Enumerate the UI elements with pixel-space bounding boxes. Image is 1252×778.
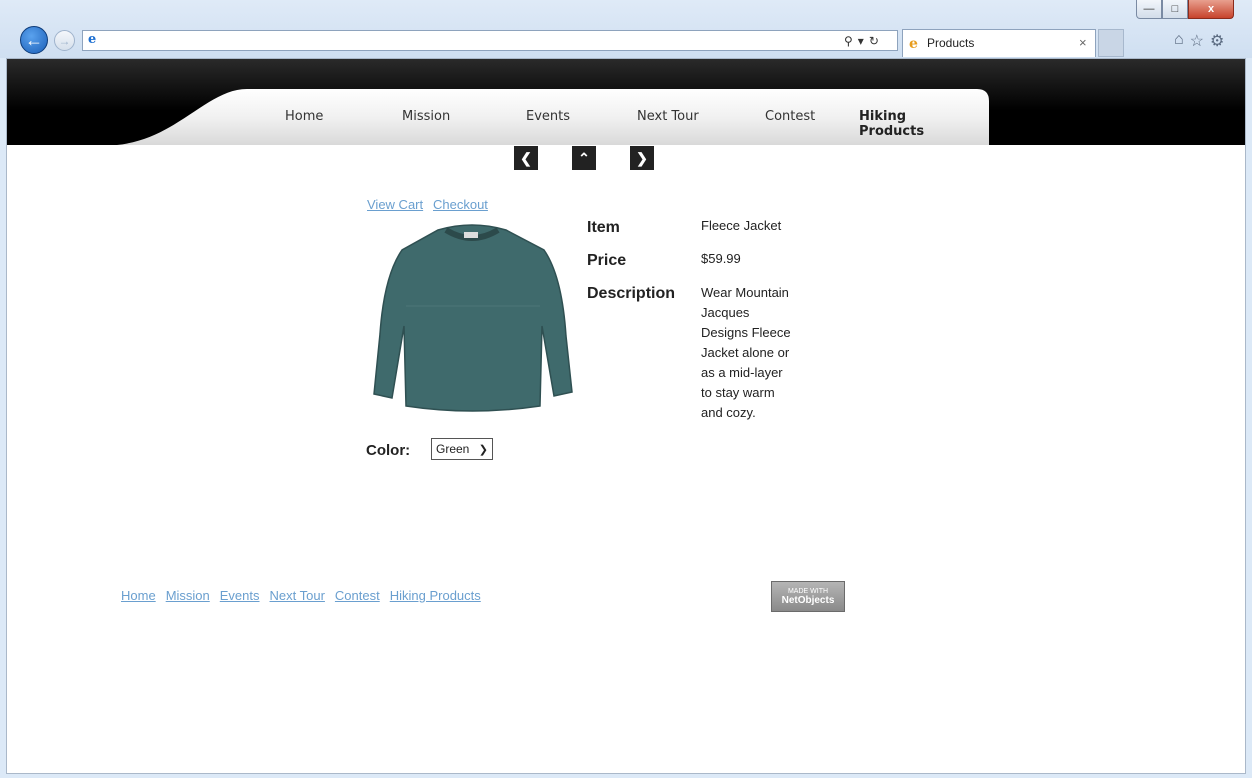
footer-link-home[interactable]: Home	[121, 588, 156, 603]
netobjects-badge[interactable]: MADE WITH NetObjects	[771, 581, 845, 612]
view-cart-link[interactable]: View Cart	[367, 197, 423, 212]
footer-link-mission[interactable]: Mission	[166, 588, 210, 603]
badge-top-text: MADE WITH	[787, 588, 829, 595]
color-selected-value: Green	[436, 442, 470, 456]
nav-hiking-products[interactable]: Hiking Products	[859, 109, 972, 139]
footer-link-contest[interactable]: Contest	[335, 588, 380, 603]
description-line: Jacques	[701, 305, 750, 320]
nav-home[interactable]: Home	[285, 109, 323, 124]
description-line: and cozy.	[701, 405, 756, 420]
description-line: Jacket alone or	[701, 345, 790, 360]
ie-page-icon: e	[88, 32, 97, 47]
arrow-right-icon: →	[58, 33, 71, 48]
badge-main-text: NetObjects	[781, 595, 835, 606]
color-label: Color:	[366, 442, 411, 459]
refresh-icon[interactable]: ↻	[869, 34, 879, 48]
nav-next-tour[interactable]: Next Tour	[637, 109, 699, 124]
back-button[interactable]: ←	[20, 26, 48, 54]
footer-nav: Home Mission Events Next Tour Contest Hi…	[121, 588, 481, 603]
window-controls: — □ x	[1136, 0, 1246, 20]
color-select[interactable]: Green ❯	[431, 438, 493, 460]
chevron-up-icon: ⌃	[578, 149, 590, 166]
item-value: Fleece Jacket	[701, 218, 782, 233]
dropdown-icon[interactable]: ▾	[858, 34, 864, 48]
tab-title: Products	[927, 36, 975, 50]
description-line: to stay warm	[701, 385, 775, 400]
search-icon[interactable]: ⚲	[844, 34, 853, 48]
prev-page-button[interactable]: ❮	[514, 146, 538, 170]
description-line: Wear Mountain	[701, 285, 789, 300]
new-tab-button[interactable]	[1098, 29, 1124, 57]
arrow-left-icon: ←	[25, 29, 43, 50]
footer-link-hiking-products[interactable]: Hiking Products	[390, 588, 481, 603]
page-viewport: Home Mission Events Next Tour Contest Hi…	[6, 58, 1246, 774]
footer-link-next-tour[interactable]: Next Tour	[270, 588, 325, 603]
description-label: Description	[587, 285, 676, 302]
description-text: Wear Mountain Jacques Designs Fleece Jac…	[701, 283, 811, 423]
minimize-button[interactable]: —	[1136, 0, 1162, 19]
restore-button[interactable]: □	[1162, 0, 1188, 19]
chevron-down-icon: ❯	[478, 443, 488, 456]
home-icon[interactable]: ⌂	[1174, 31, 1184, 51]
description-line: as a mid-layer	[701, 365, 783, 380]
up-page-button[interactable]: ⌃	[572, 146, 596, 170]
checkout-link[interactable]: Checkout	[433, 197, 488, 212]
forward-button[interactable]: →	[54, 30, 75, 51]
address-bar[interactable]: e	[82, 30, 898, 51]
item-label: Item	[587, 219, 620, 236]
description-line: Designs Fleece	[701, 325, 791, 340]
nav-contest[interactable]: Contest	[765, 109, 815, 124]
ie-tab-icon: e	[909, 36, 918, 52]
address-tools: ⚲ ▾ ↻	[844, 31, 898, 50]
nav-events[interactable]: Events	[526, 109, 570, 124]
close-tab-icon[interactable]: ×	[1079, 35, 1087, 50]
close-button[interactable]: x	[1188, 0, 1234, 19]
product-image	[366, 216, 578, 427]
browser-tools: ⌂ ☆ ⚙	[1174, 31, 1224, 51]
price-label: Price	[587, 252, 627, 269]
next-page-button[interactable]: ❯	[630, 146, 654, 170]
price-value: $59.99	[701, 251, 741, 266]
tab-products[interactable]: e Products ×	[902, 29, 1096, 57]
gear-icon[interactable]: ⚙	[1210, 31, 1224, 51]
chevron-right-icon: ❯	[636, 149, 648, 166]
main-nav: Home Mission Events Next Tour Contest Hi…	[232, 105, 972, 139]
star-icon[interactable]: ☆	[1190, 31, 1204, 51]
chevron-left-icon: ❮	[520, 149, 532, 166]
browser-chrome: — □ x ← → e ⚲ ▾ ↻ e Products × ⌂ ☆ ⚙	[0, 0, 1252, 58]
footer-link-events[interactable]: Events	[220, 588, 260, 603]
nav-mission[interactable]: Mission	[402, 109, 450, 124]
